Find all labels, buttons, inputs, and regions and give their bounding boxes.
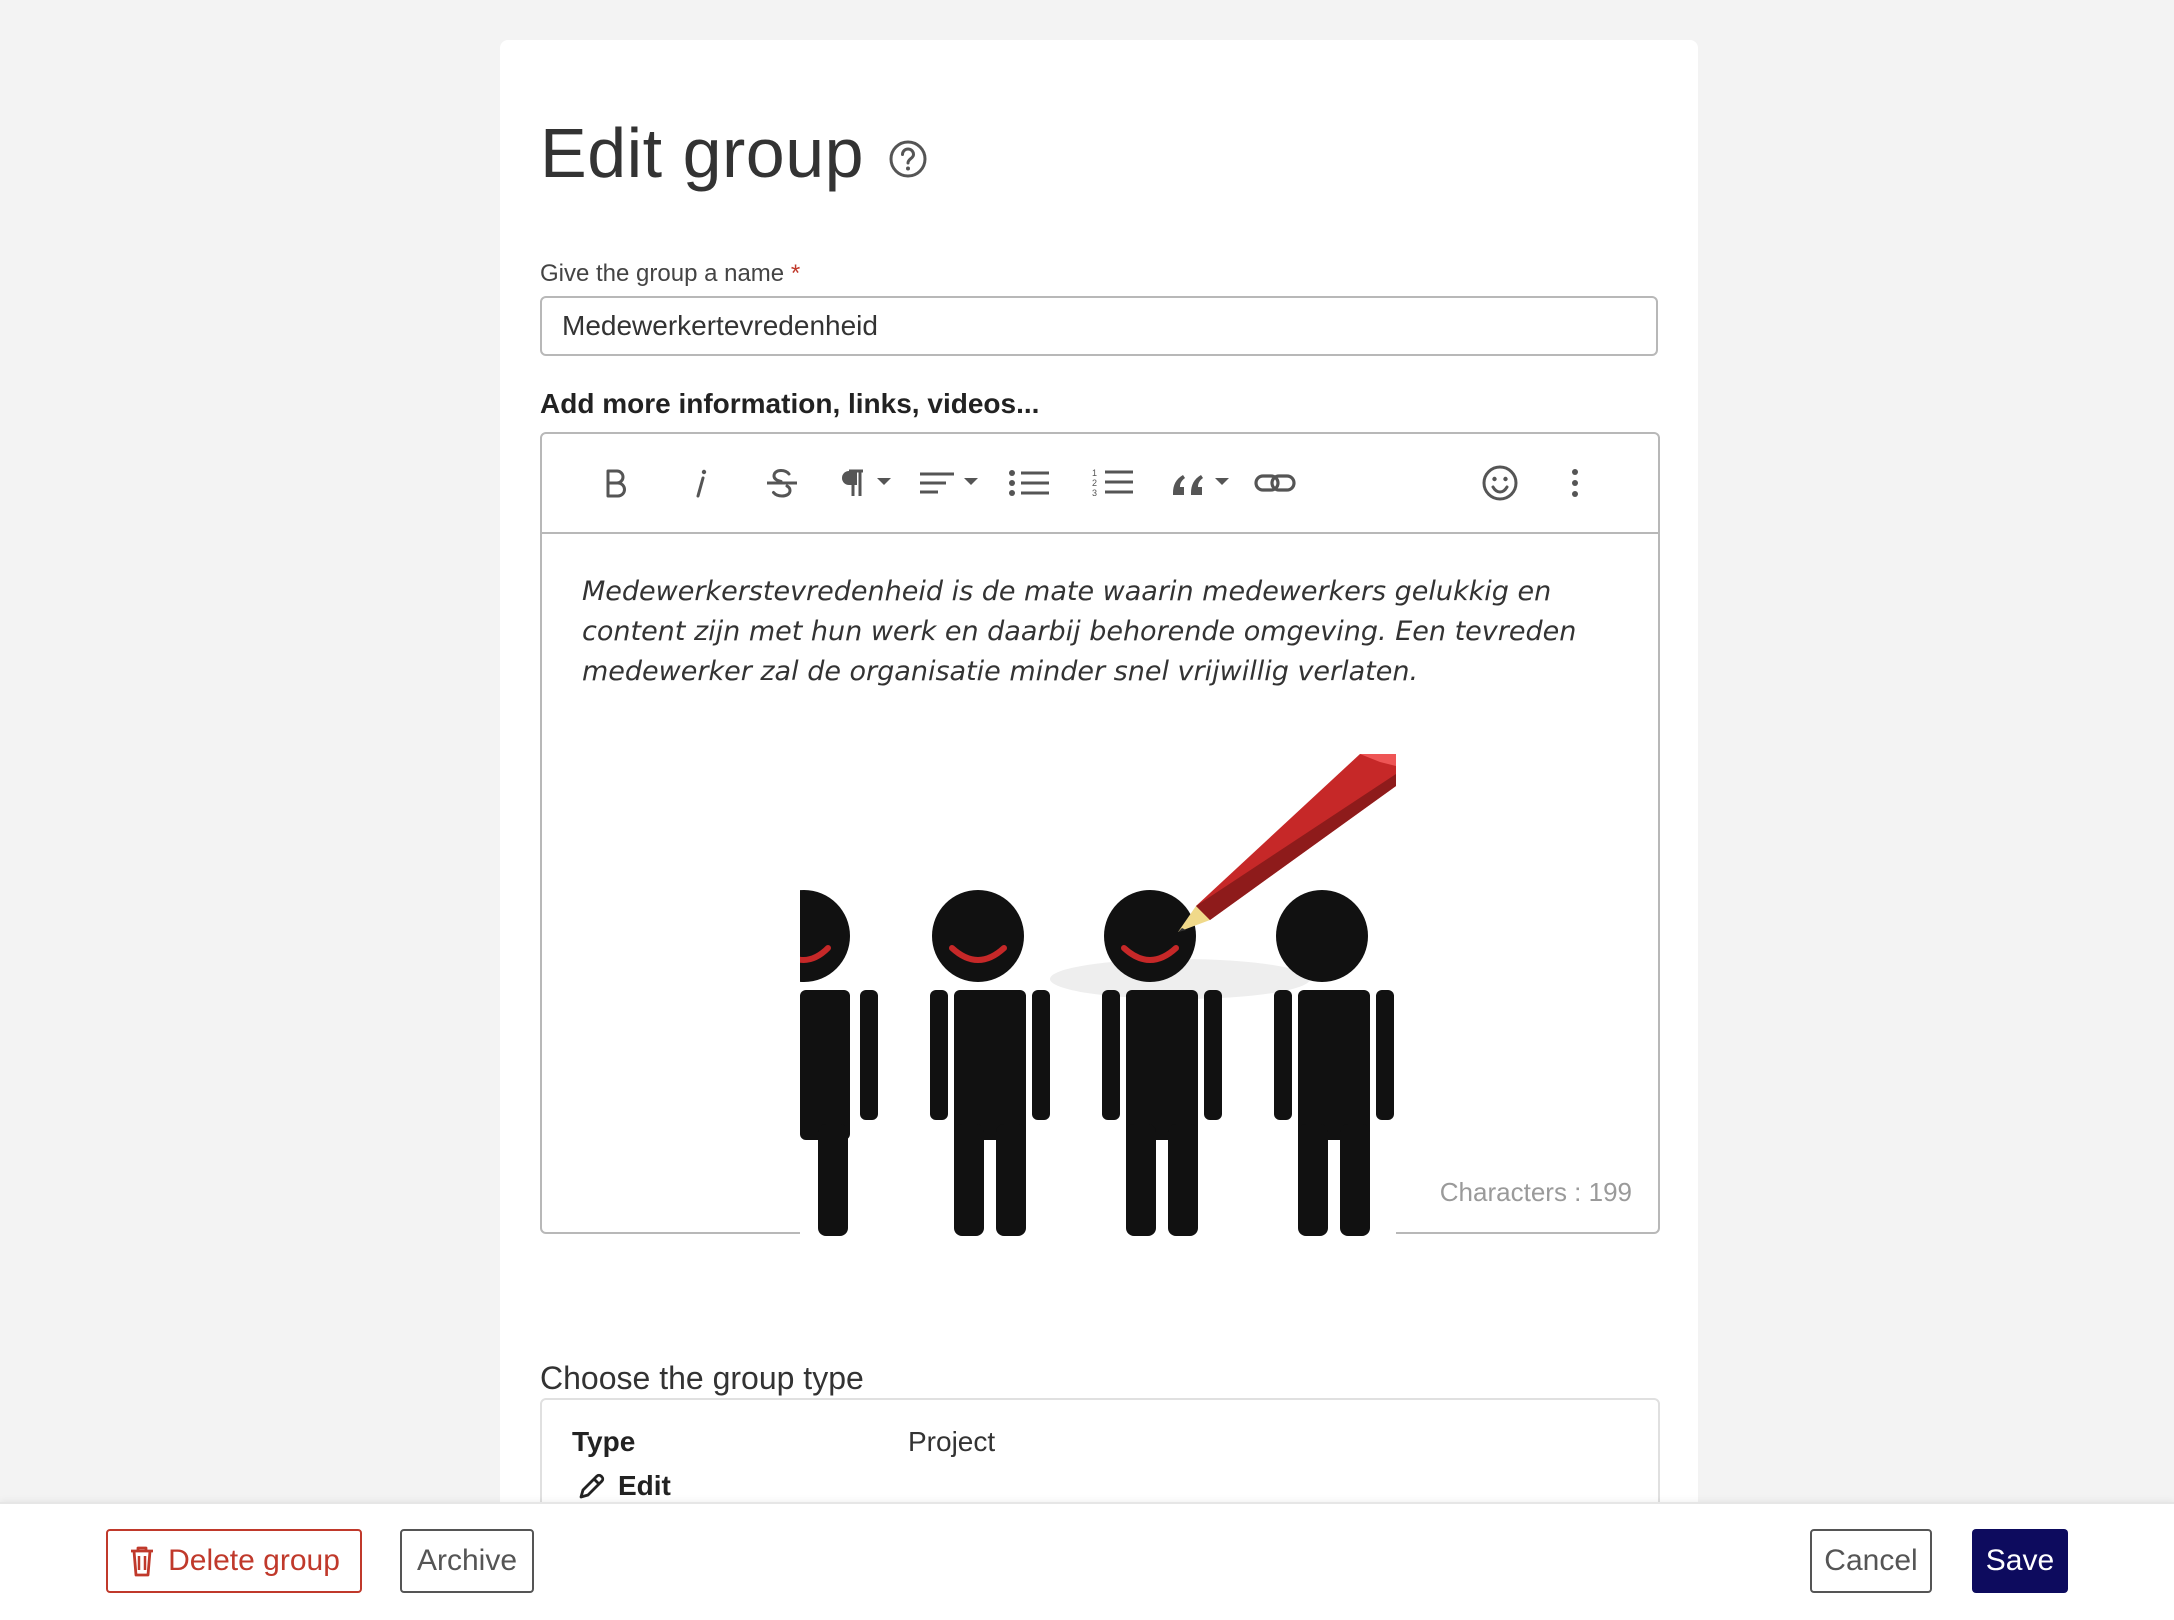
cancel-button[interactable]: Cancel <box>1810 1529 1932 1593</box>
delete-group-button[interactable]: Delete group <box>106 1529 362 1593</box>
strikethrough-icon[interactable] <box>760 460 804 506</box>
description-label: Add more information, links, videos... <box>540 388 1040 419</box>
bullet-list-icon[interactable] <box>1004 460 1054 506</box>
more-icon[interactable] <box>1560 460 1590 506</box>
edit-type-label: Edit <box>618 1470 671 1501</box>
required-mark: * <box>790 260 801 287</box>
group-type-section-title: Choose the group type <box>540 1360 864 1396</box>
italic-icon[interactable] <box>678 460 722 506</box>
quote-icon[interactable] <box>1168 460 1236 506</box>
type-value: Project <box>908 1426 996 1457</box>
help-icon[interactable] <box>888 139 928 179</box>
action-footer: Delete group Archive Cancel Save <box>0 1502 2174 1620</box>
edit-type-link[interactable]: Edit <box>576 1470 671 1502</box>
pencil-icon <box>579 1473 605 1499</box>
delete-group-label: Delete group <box>168 1544 340 1577</box>
paragraph-icon[interactable] <box>836 460 896 506</box>
name-field-label: Give the group a name * <box>540 260 800 288</box>
trash-icon <box>131 1546 154 1577</box>
character-count: Characters : 199 <box>1439 1177 1632 1207</box>
name-field-label-text: Give the group a name <box>540 260 785 287</box>
title-row: Edit group <box>540 118 928 188</box>
description-text[interactable]: Medewerkerstevredenheid is de mate waari… <box>582 572 1622 692</box>
bold-icon[interactable] <box>594 460 638 506</box>
svg-text:2: 2 <box>1092 478 1097 488</box>
archive-button[interactable]: Archive <box>400 1529 534 1593</box>
people-illustration-image[interactable] <box>758 754 1396 1240</box>
edit-group-card: Edit group Give the group a name * Add m… <box>500 40 1698 1538</box>
link-icon[interactable] <box>1250 460 1300 506</box>
svg-text:3: 3 <box>1092 488 1097 498</box>
numbered-list-icon[interactable]: 123 <box>1088 460 1138 506</box>
align-icon[interactable] <box>916 460 982 506</box>
page-title: Edit group <box>540 114 865 192</box>
editor-toolbar: 123 <box>542 434 1658 534</box>
svg-text:1: 1 <box>1092 468 1097 478</box>
group-name-input[interactable] <box>540 296 1658 356</box>
rich-text-editor[interactable]: 123 Medewerkerstevredenheid is de mate w… <box>540 432 1660 1240</box>
emoji-icon[interactable] <box>1478 460 1522 506</box>
type-label: Type <box>572 1426 636 1457</box>
save-button[interactable]: Save <box>1972 1529 2068 1593</box>
